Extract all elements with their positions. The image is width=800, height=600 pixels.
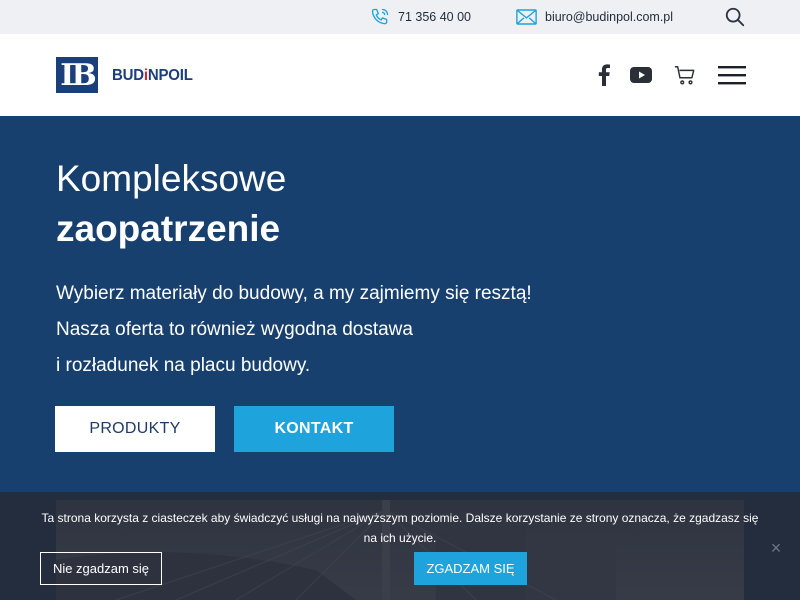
logo-mark: IB — [56, 57, 98, 93]
cookie-accept-button[interactable]: ZGADZAM SIĘ — [414, 552, 527, 585]
envelope-icon — [516, 9, 537, 25]
hero-title-line2: zaopatrzenie — [56, 208, 281, 249]
hamburger-menu-icon — [718, 66, 746, 85]
hero-title: Kompleksowe zaopatrzenie — [56, 154, 286, 254]
cookie-message: Ta strona korzysta z ciasteczek aby świa… — [41, 511, 759, 545]
hero-title-line1: Kompleksowe — [56, 158, 287, 199]
search-icon — [725, 7, 745, 27]
hero-description: Wybierz materiały do budowy, a my zajmie… — [56, 276, 616, 384]
hero-text-line: Nasza oferta to również wygodna dostawa — [56, 319, 413, 340]
logo-wordmark: BUDiNPOIL — [112, 66, 193, 84]
site-header: IB BUDiNPOIL — [0, 34, 800, 116]
menu-toggle[interactable] — [718, 64, 746, 86]
hero-text-line: Wybierz materiały do budowy, a my zajmie… — [56, 283, 532, 304]
youtube-icon — [630, 67, 652, 83]
site-logo[interactable]: IB BUDiNPOIL — [56, 57, 193, 93]
hero-text-line: i rozładunek na placu budowy. — [56, 355, 311, 376]
cart-icon — [674, 66, 695, 85]
cookie-banner: Ta strona korzysta z ciasteczek aby świa… — [0, 492, 800, 600]
phone-icon — [371, 8, 389, 25]
contact-button[interactable]: KONTAKT — [234, 406, 394, 452]
cookie-decline-button[interactable]: Nie zgadzam się — [40, 552, 162, 585]
search-button[interactable] — [724, 6, 746, 28]
email-link[interactable]: biuro@budinpol.com.pl — [516, 6, 673, 28]
phone-number: 71 356 40 00 — [398, 10, 471, 24]
phone-link[interactable]: 71 356 40 00 — [370, 6, 471, 28]
logo-text-part: BUD — [112, 66, 144, 84]
logo-text-part: NPOIL — [147, 66, 193, 84]
facebook-icon — [598, 64, 610, 86]
cart-link[interactable] — [674, 64, 696, 86]
youtube-link[interactable] — [630, 64, 652, 86]
facebook-link[interactable] — [596, 64, 612, 86]
top-bar: 71 356 40 00 biuro@budinpol.com.pl — [0, 0, 800, 34]
header-icons — [596, 64, 746, 86]
close-icon[interactable]: × — [766, 538, 786, 558]
products-button[interactable]: PRODUKTY — [55, 406, 215, 452]
email-address: biuro@budinpol.com.pl — [545, 10, 674, 24]
